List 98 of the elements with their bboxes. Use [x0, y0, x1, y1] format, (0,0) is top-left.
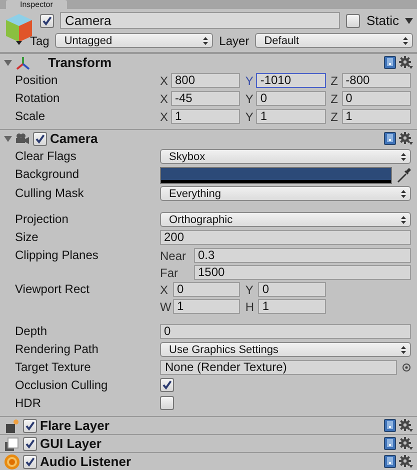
- dropdown[interactable]: Everything: [160, 186, 411, 201]
- axis-label: Far: [160, 266, 179, 280]
- number-field[interactable]: 0: [256, 91, 326, 106]
- active-checkbox[interactable]: [40, 14, 54, 28]
- number-field[interactable]: 1500: [194, 265, 411, 280]
- component-title: GUI Layer: [40, 436, 102, 451]
- enable-checkbox[interactable]: [23, 418, 37, 432]
- property-label: Clear Flags: [15, 148, 78, 165]
- checkbox[interactable]: [160, 396, 174, 410]
- component-title: Audio Listener: [40, 454, 132, 469]
- axis-label: X: [160, 74, 169, 88]
- axis-label: X: [160, 282, 170, 296]
- inspector-tab[interactable]: Inspector: [6, 0, 67, 9]
- axis-label: H: [245, 300, 255, 314]
- layer-dropdown[interactable]: Default: [255, 33, 414, 48]
- text-field[interactable]: 200: [160, 230, 411, 245]
- dropdown[interactable]: Use Graphics Settings: [160, 342, 411, 357]
- enable-checkbox[interactable]: [33, 132, 47, 146]
- number-field[interactable]: 1: [173, 299, 240, 314]
- number-field[interactable]: 1: [171, 109, 240, 124]
- property-label: Occlusion Culling: [15, 377, 109, 394]
- number-field[interactable]: 0: [342, 91, 411, 106]
- property-label: Background: [15, 166, 80, 183]
- enable-checkbox[interactable]: [23, 454, 37, 468]
- eyedropper-icon[interactable]: [397, 168, 411, 183]
- axes-icon: [15, 56, 31, 70]
- property-label: Depth: [15, 323, 48, 340]
- component-title: Camera: [50, 131, 98, 146]
- static-label: Static: [366, 13, 399, 28]
- help-book-icon[interactable]: [384, 419, 396, 432]
- number-field[interactable]: 0.3: [194, 248, 411, 263]
- help-book-icon[interactable]: [384, 132, 396, 145]
- axis-label: W: [160, 300, 171, 314]
- property-label: Culling Mask: [15, 185, 85, 202]
- number-field[interactable]: 800: [171, 73, 240, 88]
- axis-label: X: [160, 110, 169, 124]
- camera-icon: [15, 133, 30, 144]
- property-label: Clipping Planes: [15, 247, 100, 264]
- dropdown-arrow-icon: [203, 36, 208, 44]
- number-field[interactable]: 0: [173, 282, 240, 297]
- property-label: Rotation: [15, 90, 61, 107]
- cube-icon: [4, 418, 20, 432]
- axis-label: Near: [160, 248, 188, 262]
- number-field[interactable]: 1: [256, 109, 326, 124]
- dropdown-arrow-icon: [401, 346, 406, 354]
- dropdown-arrow-icon: [401, 190, 406, 198]
- dropdown[interactable]: Skybox: [160, 149, 411, 164]
- enable-checkbox[interactable]: [23, 436, 37, 450]
- component-title: Transform: [48, 55, 112, 70]
- property-label: Size: [15, 229, 40, 246]
- layer-label: Layer: [219, 34, 250, 48]
- name-field[interactable]: Camera: [60, 12, 340, 29]
- axis-label: Z: [330, 110, 339, 124]
- property-label: HDR: [15, 395, 42, 412]
- foldout-arrow-icon[interactable]: [4, 58, 12, 66]
- property-label: Scale: [15, 108, 46, 125]
- dropdown[interactable]: Orthographic: [160, 212, 411, 227]
- axis-label: X: [160, 92, 169, 106]
- property-label: Projection: [15, 211, 70, 228]
- color-field[interactable]: [160, 167, 392, 184]
- object-field[interactable]: None (Render Texture): [160, 360, 397, 375]
- number-field[interactable]: 1: [258, 299, 326, 314]
- text-field[interactable]: 0: [160, 324, 411, 339]
- settings-icon[interactable]: [399, 56, 413, 69]
- property-label: Position: [15, 72, 59, 89]
- number-field[interactable]: -1010: [256, 73, 326, 88]
- settings-icon[interactable]: [399, 132, 413, 145]
- static-checkbox[interactable]: [346, 14, 360, 28]
- axis-label: Z: [330, 92, 339, 106]
- tag-label: Tag: [30, 34, 50, 48]
- settings-icon[interactable]: [399, 419, 413, 432]
- settings-icon[interactable]: [399, 455, 413, 468]
- number-field[interactable]: -45: [171, 91, 240, 106]
- help-book-icon[interactable]: [384, 437, 396, 450]
- help-book-icon[interactable]: [384, 455, 396, 468]
- property-label: Target Texture: [15, 359, 92, 376]
- dropdown-arrow-icon: [401, 216, 406, 224]
- caret-icon[interactable]: [405, 18, 413, 24]
- speaker-circle-icon: [4, 454, 20, 470]
- dropdown-arrow-icon: [403, 36, 408, 44]
- property-label: Viewport Rect: [15, 281, 90, 298]
- object-picker-icon[interactable]: [402, 363, 411, 372]
- number-field[interactable]: -800: [342, 73, 411, 88]
- number-field[interactable]: 0: [258, 282, 326, 297]
- help-book-icon[interactable]: [384, 56, 396, 69]
- axis-label: Y: [245, 74, 254, 88]
- foldout-arrow-icon[interactable]: [4, 134, 12, 142]
- axis-label: Y: [245, 282, 254, 296]
- axis-label: Y: [245, 110, 254, 124]
- axis-label: Y: [245, 92, 254, 106]
- axis-label: Z: [330, 74, 339, 88]
- component-title: Flare Layer: [40, 418, 110, 433]
- settings-icon[interactable]: [399, 437, 413, 450]
- number-field[interactable]: 1: [342, 109, 411, 124]
- checkbox[interactable]: [160, 378, 174, 392]
- tag-dropdown[interactable]: Untagged: [55, 33, 214, 48]
- dropdown-arrow-icon: [401, 152, 406, 160]
- property-label: Rendering Path: [15, 341, 100, 358]
